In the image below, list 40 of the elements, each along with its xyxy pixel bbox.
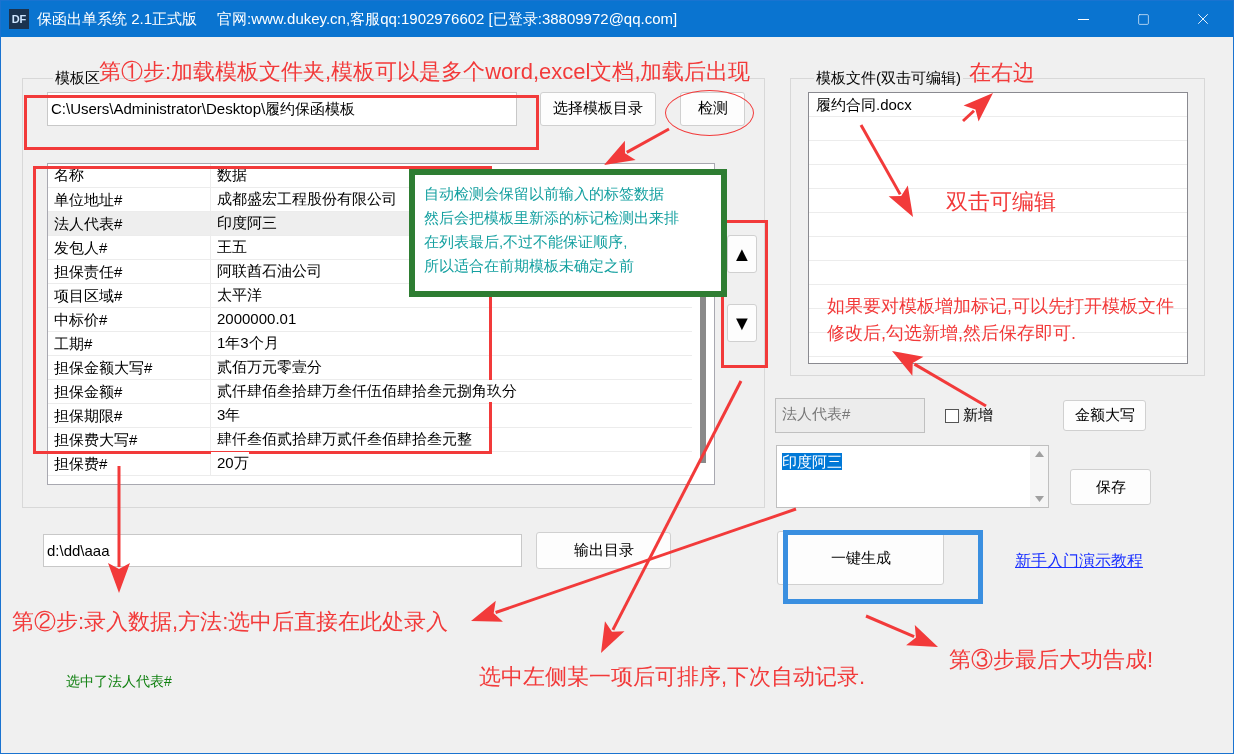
scroll-down-icon[interactable] [1034, 496, 1044, 502]
column-header[interactable]: 数据 [211, 163, 247, 187]
save-button[interactable]: 保存 [1070, 469, 1151, 505]
uppercase-amount-button[interactable]: 金额大写 [1063, 400, 1146, 431]
table-row[interactable]: 中标价# 2000000.01 [48, 307, 692, 332]
scroll-up-icon[interactable] [1034, 451, 1044, 457]
maximize-icon [1136, 12, 1150, 26]
move-down-button[interactable]: ▼ [727, 303, 757, 342]
table-row[interactable]: 担保金额大写# 贰佰万元零壹分 [48, 355, 692, 380]
value-textarea[interactable]: 印度阿三 [776, 445, 1049, 508]
minimize-icon [1077, 18, 1089, 20]
table-row[interactable]: 工期# 1年3个月 [48, 331, 692, 356]
column-header[interactable]: 名称 [48, 163, 211, 187]
detect-button[interactable]: 检测 [680, 91, 745, 126]
annotation-arrow [961, 93, 993, 123]
output-path-field[interactable]: d:\dd\aaa [43, 534, 522, 567]
window-title: 保函出单系统 2.1正式版 [37, 8, 198, 29]
value-text: 印度阿三 [782, 453, 842, 470]
tip-note: 如果要对模板增加标记,可以先打开模板文件 修改后,勾选新增,然后保存即可. [827, 295, 1174, 345]
callout-tooltip: 自动检测会保留以前输入的标签数据 然后会把模板里新添的标记检测出来排 在列表最后,不过不能保证顺序, 所以适合在前期模板未确定之前 [409, 169, 727, 297]
group-title: 模板文件(双击可编辑) [815, 68, 962, 88]
window-subtitle: 官网:www.dukey.cn,客服qq:1902976602 [已登录:38809972@qq.com] [217, 8, 678, 29]
status-text: 选中了法人代表# [66, 672, 172, 691]
step-note: 第③步最后大功告成! [949, 646, 1154, 674]
tip-note: 双击可编辑 [946, 188, 1056, 216]
annotation-arrow [604, 127, 670, 165]
table-row[interactable]: 担保金额# 贰仟肆佰叁拾肆万叁仟伍佰肆拾叁元捌角玖分 [48, 379, 692, 404]
checkbox-label: 新增 [963, 405, 993, 426]
tip-note: 选中左侧某一项后可排序,下次自动记录. [479, 663, 866, 691]
step-note: 第②步:录入数据,方法:选中后直接在此处录入 [12, 608, 449, 636]
app-logo: DF [9, 9, 29, 29]
table-row[interactable]: 担保期限# 3年 [48, 403, 692, 428]
new-checkbox[interactable] [945, 408, 959, 423]
choose-folder-button[interactable]: 选择模板目录 [540, 91, 656, 126]
output-folder-button[interactable]: 输出目录 [536, 532, 671, 569]
tutorial-link[interactable]: 新手入门演示教程 [1015, 549, 1143, 573]
move-up-button[interactable]: ▲ [727, 234, 757, 273]
step-note: 第①步:加载模板文件夹,模板可以是多个word,excel文档,加载后出现 [99, 58, 751, 86]
group-title: 模板区 [54, 68, 100, 88]
tip-note: 在右边 [969, 59, 1035, 87]
